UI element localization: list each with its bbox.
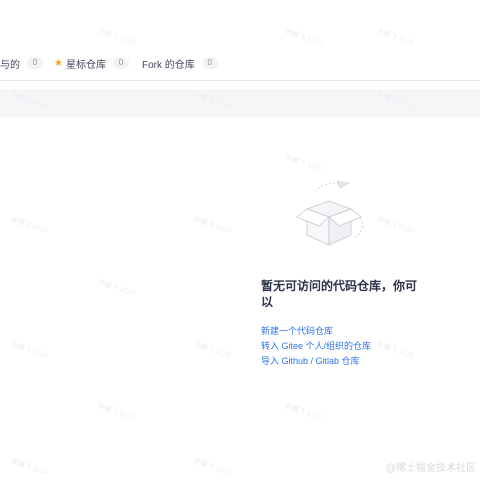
tab-label: Fork 的仓库 (142, 59, 195, 71)
import-gitee-link[interactable]: 转入 Gitee 个人/组织的仓库 (261, 340, 371, 352)
tab-count-badge: 0 (27, 57, 43, 69)
repo-tabs: 与的 0 ★ 星标仓库 0 Fork 的仓库 0 (0, 0, 480, 81)
source-credit: @稀土掘金技术社区 (385, 463, 476, 474)
watermark-text: 禾曦飞 3120 (96, 279, 136, 298)
create-repo-link[interactable]: 新建一个代码仓库 (261, 325, 333, 337)
tab-forked[interactable]: Fork 的仓库 0 (142, 55, 218, 71)
tab-label: 星标仓库 (65, 59, 106, 71)
watermark-text: 禾曦飞 3120 (283, 403, 323, 422)
star-icon: ★ (54, 57, 63, 69)
filter-bar (0, 89, 480, 117)
empty-box-icon (296, 180, 363, 246)
watermark-text: 禾曦飞 3120 (375, 216, 415, 235)
tab-count-badge: 0 (201, 57, 218, 69)
watermark-text: 禾曦飞 3120 (9, 341, 49, 360)
watermark-text: 禾曦飞 3120 (283, 154, 323, 173)
watermark-text: 禾曦飞 3120 (9, 216, 49, 235)
watermark-text: 禾曦飞 3120 (9, 458, 49, 477)
watermark-text: 禾曦飞 3120 (192, 216, 232, 235)
empty-state-title: 暂无可访问的代码仓库，你可以 (261, 279, 418, 309)
tab-count-badge: 0 (112, 57, 129, 69)
tab-participated[interactable]: 与的 0 (0, 55, 43, 71)
import-github-gitlab-link[interactable]: 导入 Github / Gitlab 仓库 (261, 355, 360, 367)
watermark-text: 禾曦飞 3120 (375, 341, 415, 360)
watermark-text: 禾曦飞 3120 (96, 403, 136, 422)
tab-label: 与的 (0, 59, 20, 71)
watermark-text: 禾曦飞 3120 (192, 341, 232, 360)
tab-starred[interactable]: ★ 星标仓库 0 (54, 55, 129, 71)
watermark-text: 禾曦飞 3120 (192, 458, 232, 477)
